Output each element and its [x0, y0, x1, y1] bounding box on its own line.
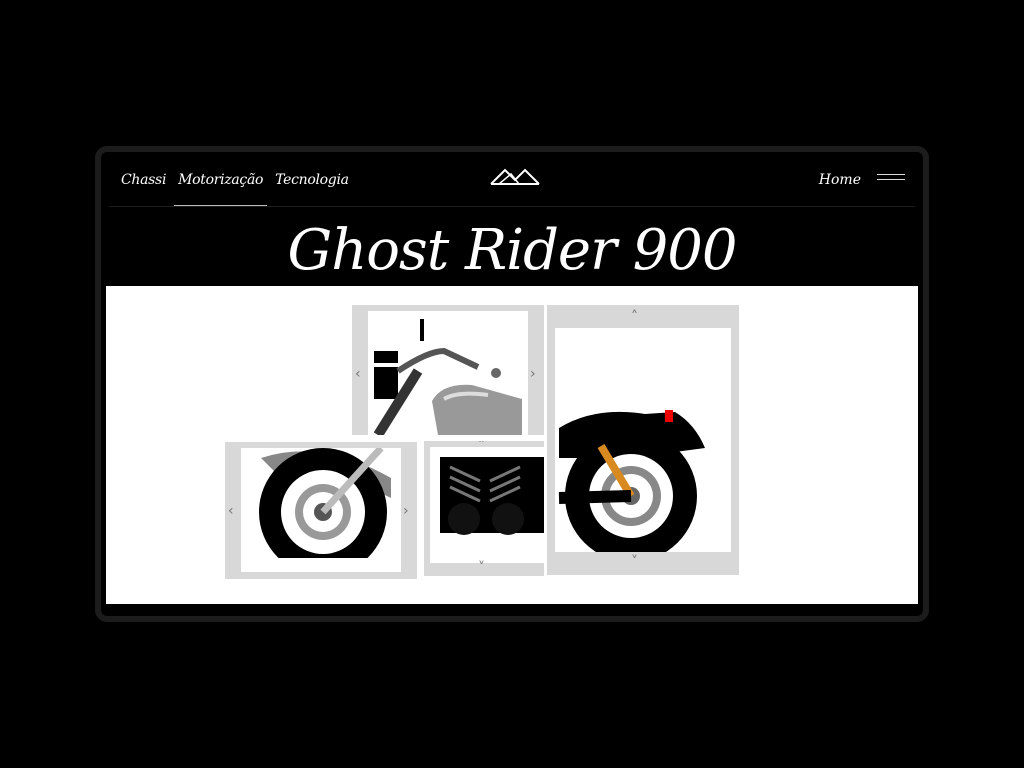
nav-item-tecnologia[interactable]: Tecnologia — [275, 152, 349, 206]
arrow-down-icon[interactable]: ˅ — [478, 561, 485, 575]
top-navigation-bar: Chassi Motorização Tecnologia Home — [109, 152, 915, 207]
home-link[interactable]: Home — [819, 172, 861, 188]
nav-item-motorizacao[interactable]: Motorização — [174, 152, 268, 206]
arrow-up-icon[interactable]: ˄ — [631, 310, 638, 324]
nav-item-chassi[interactable]: Chassi — [121, 152, 166, 206]
puzzle-tile-tank[interactable]: ‹ › — [352, 305, 544, 435]
browser-frame: Chassi Motorização Tecnologia Home Ghost… — [95, 146, 929, 622]
puzzle-tile-rear[interactable]: ˄ ˅ — [547, 305, 739, 575]
arrow-left-icon[interactable]: ‹ — [228, 504, 234, 518]
arrow-right-icon[interactable]: › — [403, 504, 409, 518]
arrow-left-icon[interactable]: ‹ — [355, 367, 361, 381]
motorcycle-tank-image — [373, 319, 522, 435]
arrow-right-icon[interactable]: › — [530, 367, 536, 381]
motorcycle-rear-image — [558, 410, 705, 552]
hamburger-menu-icon[interactable] — [877, 172, 905, 186]
puzzle-tile-front-wheel[interactable]: ‹ › — [225, 442, 417, 579]
page-title: Ghost Rider 900 — [287, 218, 737, 283]
arrow-up-icon[interactable]: ˄ — [478, 441, 485, 453]
motorcycle-front-wheel-image — [241, 448, 401, 572]
arrow-down-icon[interactable]: ˅ — [631, 555, 638, 569]
puzzle-stage: ˄ ˅ ‹ › ˄ ˅ ‹ › — [106, 286, 918, 604]
puzzle-tile-engine[interactable]: ˄ ˅ — [424, 441, 544, 576]
mountain-logo-icon[interactable] — [489, 162, 541, 188]
main-nav: Chassi Motorização Tecnologia — [109, 152, 349, 206]
motorcycle-engine-image — [440, 457, 544, 535]
